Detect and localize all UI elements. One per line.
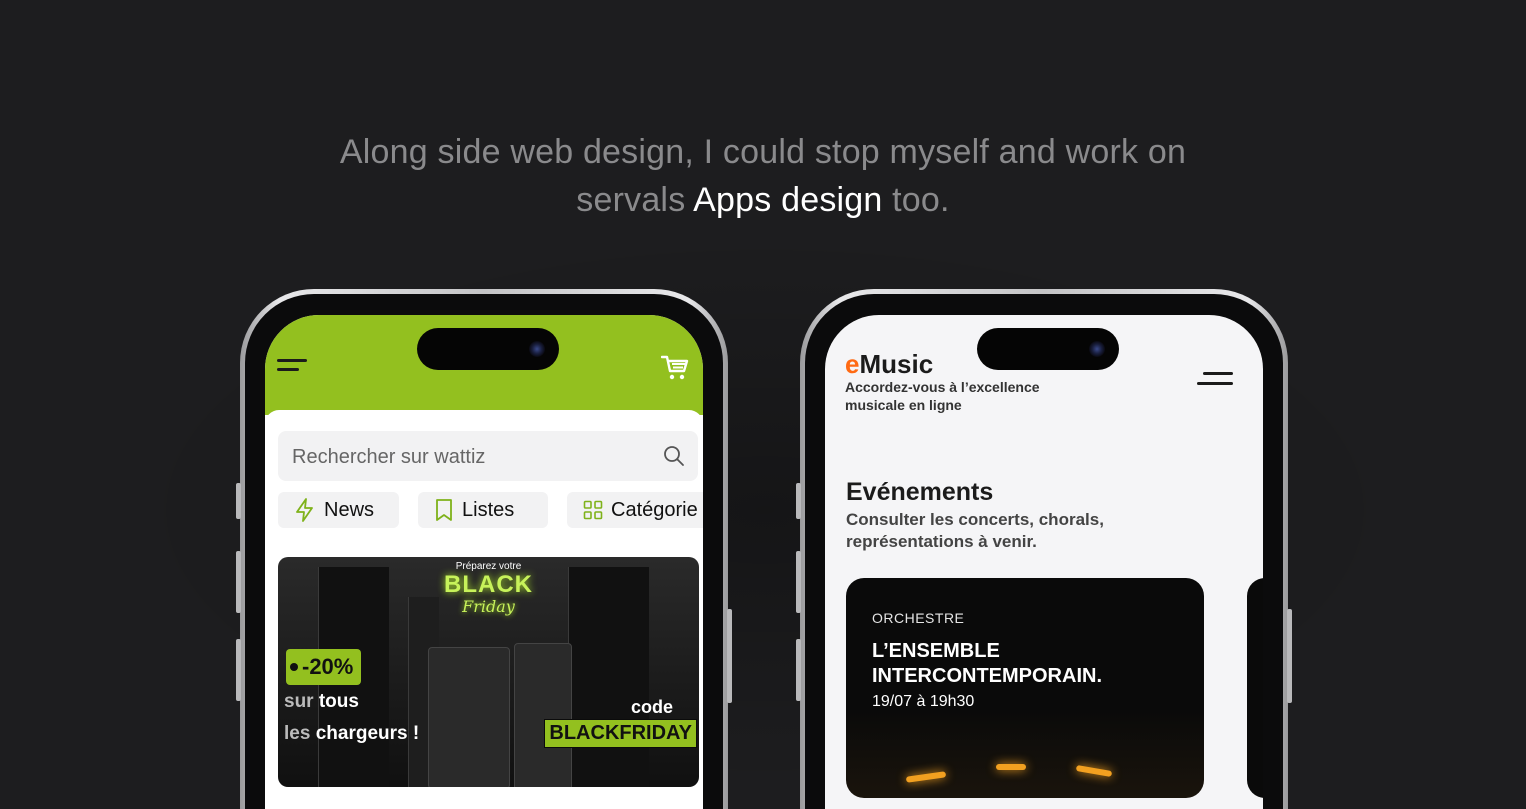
event-card-next[interactable] bbox=[1247, 578, 1263, 798]
stage-light bbox=[996, 764, 1026, 770]
menu-icon[interactable] bbox=[277, 359, 307, 375]
phone-bezel: News Listes Catégorie Préparez votre bbox=[245, 294, 723, 809]
phone-side-button bbox=[236, 551, 241, 613]
banner-line-2-a: les bbox=[284, 723, 316, 744]
logo-text: Music bbox=[859, 349, 934, 379]
phone-side-button bbox=[236, 639, 241, 701]
dynamic-island bbox=[417, 328, 559, 370]
banner-line-2: les chargeurs ! bbox=[284, 723, 419, 745]
phone-side-button bbox=[727, 609, 732, 703]
headline-line-2: servals Apps design too. bbox=[0, 176, 1526, 224]
app-tagline: Accordez-vous à l’excellence musicale en… bbox=[845, 379, 1040, 413]
banner-code-value: BLACKFRIDAY bbox=[544, 719, 697, 748]
chip-listes[interactable]: Listes bbox=[418, 492, 548, 528]
chip-label: Catégorie bbox=[611, 498, 698, 521]
phone-mockup-wattiz: News Listes Catégorie Préparez votre bbox=[236, 289, 732, 809]
banner-line-1-a: sur bbox=[284, 691, 319, 712]
phone-side-button bbox=[796, 639, 801, 701]
section-title: Evénements bbox=[846, 478, 994, 506]
camera-icon bbox=[1089, 341, 1105, 357]
app-logo[interactable]: eMusic bbox=[845, 349, 933, 380]
section-subtitle: Consulter les concerts, chorals, représe… bbox=[846, 510, 1104, 551]
event-card[interactable]: ORCHESTRE L’ENSEMBLE INTERCONTEMPORAIN. … bbox=[846, 578, 1204, 798]
logo-accent: e bbox=[845, 349, 860, 379]
chip-news[interactable]: News bbox=[278, 492, 399, 528]
banner-code-label: code bbox=[630, 697, 673, 717]
chip-categorie[interactable]: Catégorie bbox=[567, 492, 703, 528]
banner-line-1-b: tous bbox=[318, 691, 359, 712]
banner-line-1: sur tous bbox=[284, 691, 359, 713]
search-input[interactable] bbox=[290, 431, 654, 483]
stage-light bbox=[905, 771, 947, 783]
headline-line-1: Along side web design, I could stop myse… bbox=[339, 133, 1187, 171]
camera-icon bbox=[529, 341, 545, 357]
phone-side-button bbox=[796, 551, 801, 613]
event-date: 19/07 à 19h30 bbox=[872, 693, 975, 710]
banner-charger bbox=[428, 647, 510, 787]
phone-side-button bbox=[796, 483, 801, 519]
event-name: L’ENSEMBLE INTERCONTEMPORAIN. bbox=[872, 640, 1102, 687]
chip-label: Listes bbox=[462, 498, 515, 521]
headline: Along side web design, I could stop myse… bbox=[0, 128, 1526, 224]
banner-line-2-b: chargeurs ! bbox=[315, 723, 420, 744]
event-category: ORCHESTRE bbox=[872, 610, 965, 626]
phone-side-button bbox=[1287, 609, 1292, 703]
phone-screen: eMusic Accordez-vous à l’excellence musi… bbox=[825, 315, 1263, 809]
banner-title: BLACK bbox=[444, 571, 533, 598]
cart-icon[interactable] bbox=[660, 355, 689, 386]
stage-light bbox=[1075, 764, 1113, 778]
menu-icon[interactable] bbox=[1197, 372, 1233, 392]
headline-suffix: too. bbox=[882, 181, 950, 219]
headline-highlight: Apps design bbox=[693, 181, 883, 219]
phone-bezel: eMusic Accordez-vous à l’excellence musi… bbox=[805, 294, 1283, 809]
bolt-icon bbox=[296, 498, 313, 522]
headline-prefix: servals bbox=[576, 181, 694, 219]
phone-screen: News Listes Catégorie Préparez votre bbox=[265, 315, 703, 809]
search-bar[interactable] bbox=[278, 431, 698, 483]
banner-subtitle: Friday bbox=[462, 597, 515, 616]
phone-side-button bbox=[236, 483, 241, 519]
dynamic-island bbox=[977, 328, 1119, 370]
banner-charger bbox=[514, 643, 572, 787]
chip-label: News bbox=[324, 498, 375, 521]
search-icon[interactable] bbox=[662, 444, 686, 473]
grid-icon bbox=[583, 500, 603, 520]
phone-mockup-emusic: eMusic Accordez-vous à l’excellence musi… bbox=[796, 289, 1292, 809]
bookmark-icon bbox=[436, 499, 452, 521]
discount-tag: -20% bbox=[286, 649, 362, 685]
promo-banner[interactable]: Préparez votre BLACK Friday -20% sur tou… bbox=[278, 557, 699, 787]
